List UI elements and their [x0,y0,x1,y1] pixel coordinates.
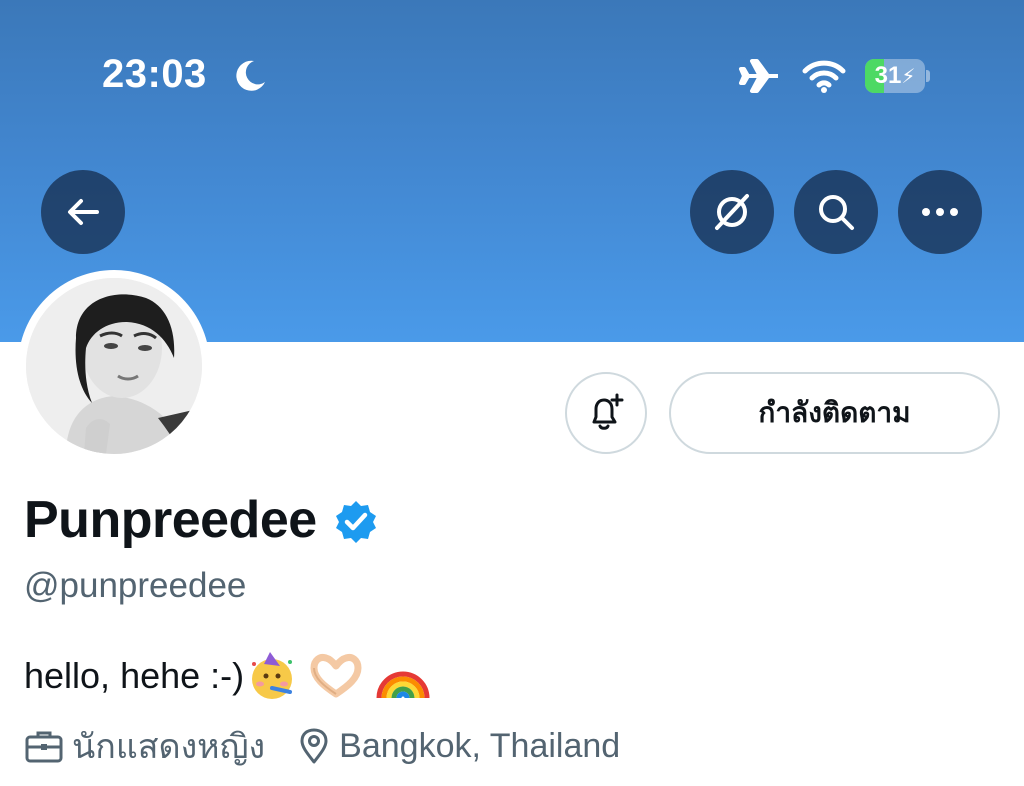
back-button[interactable] [41,170,125,254]
profile-name: Punpreedee [24,491,317,549]
following-button[interactable]: กำลังติดตาม [669,372,1000,454]
airplane-icon [739,59,778,93]
more-button[interactable] [898,170,982,254]
wifi-icon [802,60,846,93]
notification-subscribe-button[interactable] [565,372,647,454]
verified-badge-icon[interactable] [333,499,379,545]
party-face-emoji-icon [252,652,293,699]
rainbow-emoji-icon [376,671,430,699]
profession-text: นักแสดงหญิง [72,728,266,766]
moon-icon [236,60,265,91]
back-arrow-icon [68,199,99,225]
profile-avatar[interactable] [18,270,210,462]
location-pin-icon [300,728,328,764]
translate-icon [715,194,749,230]
heart-hands-emoji-icon [310,654,362,698]
profile-handle: @punpreedee [24,566,247,605]
location-text: Bangkok, Thailand [339,726,621,765]
battery-percent: 31⚡ [874,62,916,89]
bio-text: hello, hehe :-) [24,655,245,696]
search-button[interactable] [794,170,878,254]
profile-meta: นักแสดงหญิง Bangkok, Thailand [24,722,652,770]
profession-item: นักแสดงหญิง [24,719,265,773]
name-row: Punpreedee [24,488,379,552]
battery-icon: 31⚡ [865,59,930,93]
status-time: 23:03 [102,52,207,96]
avatar-photo [26,278,202,454]
profile-bio: hello, hehe :-) [24,650,432,702]
bell-plus-icon [592,393,624,430]
translate-button[interactable] [690,170,774,254]
briefcase-icon [25,731,63,763]
location-item: Bangkok, Thailand [297,727,620,766]
status-bar: 23:03 31⚡ [0,52,1024,102]
more-icon [922,208,958,216]
search-icon [819,195,854,230]
